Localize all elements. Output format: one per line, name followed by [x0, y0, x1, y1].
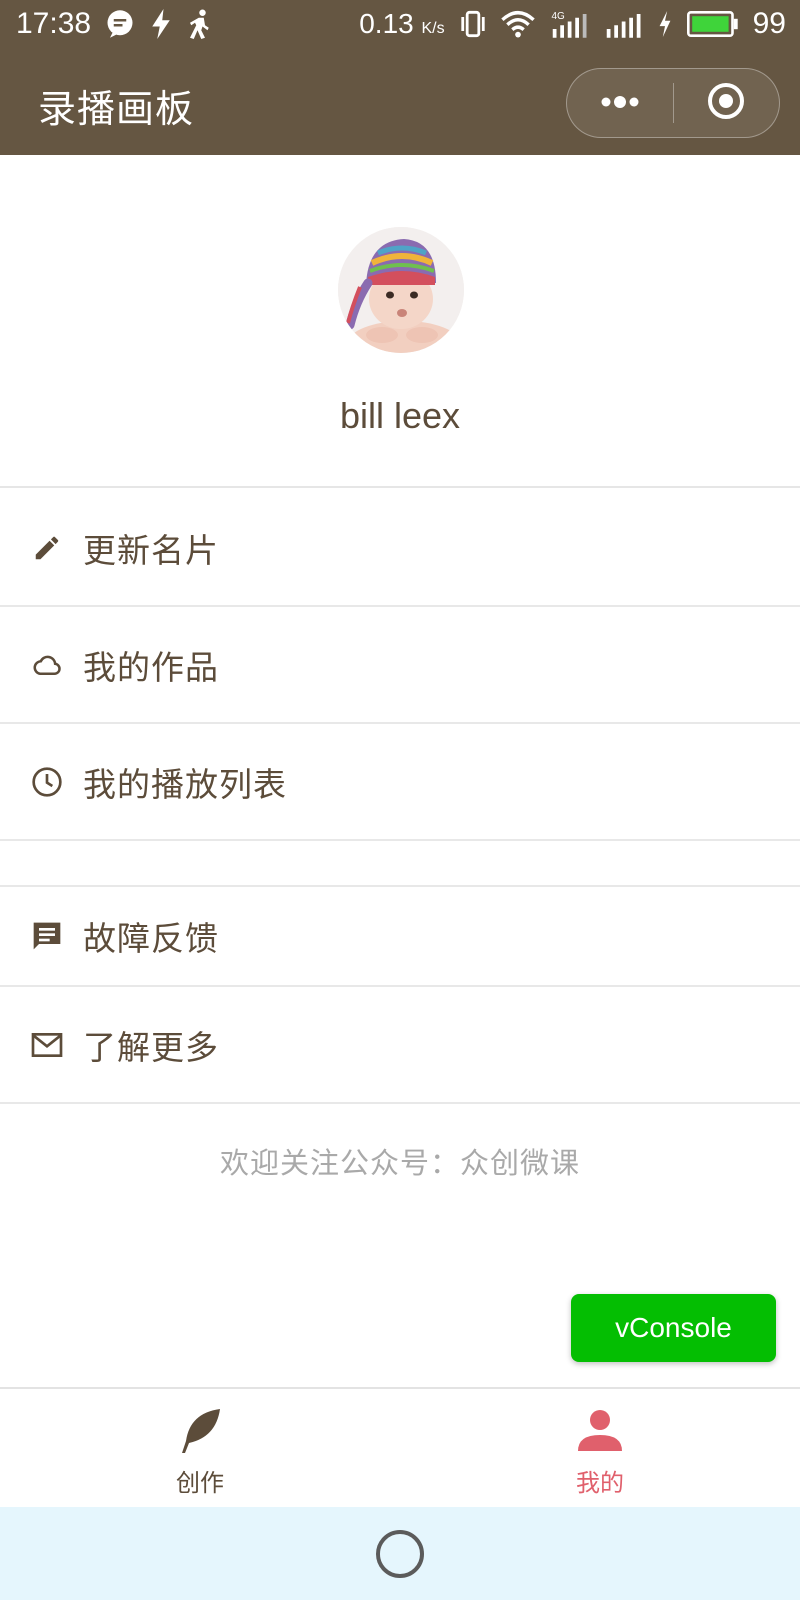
pencil-icon: [30, 531, 64, 565]
signal-4g-icon: 4G: [549, 9, 589, 39]
baby-avatar-image: [338, 227, 464, 353]
section-gap: [0, 843, 800, 887]
status-left: 17:38: [16, 7, 213, 41]
battery-level: 99: [752, 7, 786, 40]
menu-item-label: 我的作品: [83, 647, 219, 687]
page-title: 录播画板: [38, 87, 195, 131]
tab-mine[interactable]: 我的: [400, 1389, 800, 1509]
network-speed: 0.13 K/s: [359, 8, 445, 39]
home-button[interactable]: [376, 1529, 424, 1578]
system-navigation-bar: [0, 1507, 800, 1600]
tab-bar: 创作 我的: [0, 1387, 800, 1507]
menu-item-learn-more[interactable]: 了解更多: [0, 987, 800, 1104]
status-bar: 17:38 0.13 K/s 4G 99: [0, 0, 800, 48]
status-right: 0.13 K/s 4G 99: [359, 7, 786, 41]
message-icon: [105, 9, 135, 39]
mini-program-capsule: [566, 68, 780, 138]
menu-item-feedback[interactable]: 故障反馈: [0, 887, 800, 987]
tab-label: 创作: [176, 1469, 224, 1497]
menu-item-label: 故障反馈: [83, 919, 219, 958]
profile-section: bill leex: [0, 155, 800, 488]
feather-icon: [176, 1407, 224, 1455]
flash-icon: [149, 9, 173, 39]
charging-icon: [657, 11, 673, 37]
battery-icon: [686, 9, 739, 39]
close-mini-program-button[interactable]: [673, 68, 779, 138]
more-dots-icon: [598, 94, 642, 113]
menu-item-label: 我的播放列表: [83, 764, 287, 804]
cloud-icon: [30, 648, 64, 682]
feedback-icon: [30, 919, 64, 953]
svg-text:4G: 4G: [551, 11, 565, 22]
signal-icon: [603, 9, 643, 39]
menu-item-label: 更新名片: [83, 530, 219, 570]
mail-icon: [30, 1028, 64, 1062]
tab-create[interactable]: 创作: [0, 1389, 400, 1509]
menu-item-my-works[interactable]: 我的作品: [0, 607, 800, 724]
tab-label: 我的: [576, 1469, 624, 1497]
title-bar: 录播画板: [0, 48, 800, 155]
vibrate-icon: [459, 9, 487, 39]
user-name: bill leex: [339, 395, 461, 436]
vconsole-button[interactable]: vConsole: [571, 1294, 776, 1362]
target-circle-icon: [706, 81, 746, 125]
status-time: 17:38: [16, 7, 92, 40]
avatar[interactable]: [338, 227, 464, 353]
footer-note: 欢迎关注公众号：众创微课: [219, 1146, 580, 1180]
menu-item-my-playlist[interactable]: 我的播放列表: [0, 724, 800, 841]
wifi-icon: [500, 9, 535, 39]
more-button[interactable]: [567, 68, 673, 138]
menu-item-label: 了解更多: [83, 1027, 219, 1067]
person-icon: [576, 1407, 624, 1455]
clock-icon: [30, 765, 64, 799]
menu-item-update-card[interactable]: 更新名片: [0, 490, 800, 607]
walk-icon: [187, 9, 213, 39]
